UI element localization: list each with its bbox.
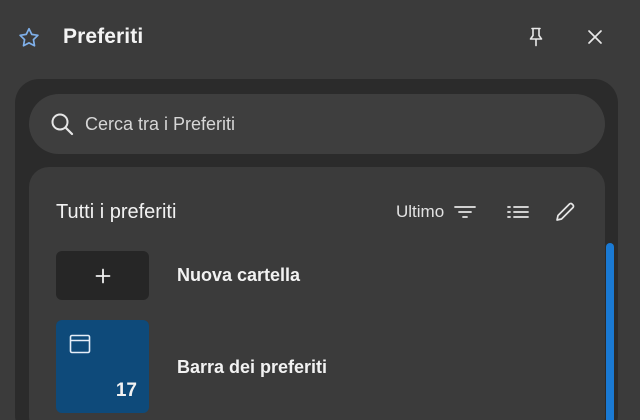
list-view-button[interactable]	[505, 199, 531, 225]
star-outline-icon	[19, 27, 39, 47]
favorites-bar-folder[interactable]: 17 Barra dei preferiti	[56, 320, 576, 413]
pin-button[interactable]	[522, 23, 550, 51]
sort-label: Ultimo	[396, 202, 445, 221]
folder-tile[interactable]: 17	[56, 320, 149, 413]
panel-header: Preferiti	[0, 0, 640, 78]
pin-icon	[529, 27, 543, 47]
close-button[interactable]	[581, 23, 609, 51]
search-input[interactable]	[85, 108, 585, 140]
new-folder-item[interactable]: Nuova cartella	[56, 251, 576, 300]
panel-title: Preferiti	[63, 25, 144, 48]
filter-icon	[454, 206, 477, 218]
section-title: Tutti i preferiti	[56, 201, 177, 223]
edit-button[interactable]	[552, 199, 578, 225]
favorites-bar-label: Barra dei preferiti	[177, 357, 328, 377]
search-box[interactable]	[29, 94, 605, 154]
favorites-panel: Preferiti Tutti i preferiti Ultimo	[0, 0, 640, 420]
list-icon	[507, 206, 529, 218]
plus-icon	[95, 268, 110, 283]
window-icon	[69, 334, 91, 354]
scrollbar-thumb[interactable]	[606, 243, 614, 420]
new-folder-label: Nuova cartella	[177, 265, 301, 285]
sort-button[interactable]: Ultimo	[396, 199, 477, 225]
search-icon	[51, 113, 74, 136]
new-folder-tile[interactable]	[56, 251, 149, 300]
pencil-icon	[556, 202, 575, 221]
item-count-badge: 17	[115, 380, 137, 401]
close-icon	[588, 30, 602, 44]
